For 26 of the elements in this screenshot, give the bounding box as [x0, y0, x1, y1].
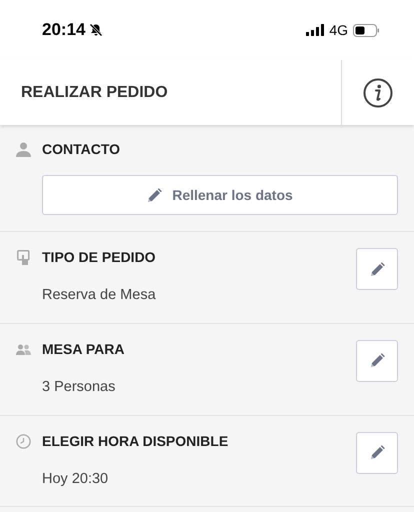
status-time: 20:14 — [42, 19, 86, 42]
fill-data-button[interactable]: Rellenar los datos — [42, 175, 398, 215]
pencil-icon — [147, 188, 162, 202]
pencil-icon — [370, 445, 384, 460]
network-label: 4G — [329, 20, 348, 40]
clock-icon — [16, 434, 31, 448]
section-title: CONTACTO — [42, 140, 120, 159]
signal-icon — [306, 24, 324, 36]
section-value: Reserva de Mesa — [42, 286, 156, 305]
section-value: Hoy 20:30 — [42, 470, 110, 488]
section-title: ELEGIR HORA DISPONIBLE — [42, 432, 228, 450]
pencil-icon — [370, 353, 384, 368]
tap-icon — [16, 250, 30, 265]
battery-icon — [353, 24, 380, 36]
pencil-icon — [370, 262, 384, 276]
edit-button[interactable] — [356, 432, 398, 474]
people-icon — [16, 344, 31, 355]
person-icon — [16, 142, 31, 157]
info-icon — [363, 78, 393, 108]
section-title: TIPO DE PEDIDO — [42, 248, 156, 267]
page-title: REALIZAR PEDIDO — [21, 82, 168, 102]
section-title: MESA PARA — [42, 340, 124, 359]
section-value: 3 Personas — [42, 378, 116, 397]
edit-button[interactable] — [356, 248, 398, 290]
muted-bell-icon — [89, 23, 104, 37]
edit-button[interactable] — [356, 340, 398, 382]
